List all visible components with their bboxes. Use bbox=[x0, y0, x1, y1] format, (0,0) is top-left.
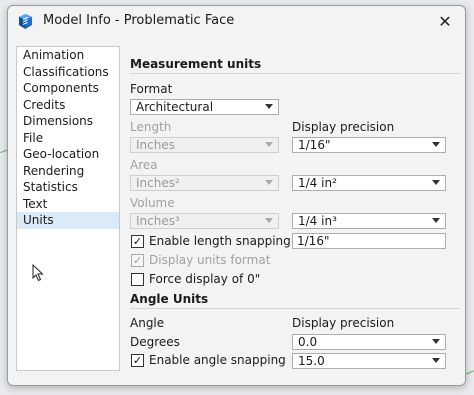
divider bbox=[130, 308, 460, 309]
length-snapping-input[interactable]: 1/16" bbox=[292, 233, 446, 249]
checkmark-icon: ✓ bbox=[132, 254, 143, 267]
area-label: Area bbox=[130, 158, 158, 172]
angle-precision-label: Display precision bbox=[292, 316, 395, 330]
measurement-units-heading: Measurement units bbox=[130, 57, 262, 71]
angle-precision-value: 0.0 bbox=[298, 335, 318, 349]
volume-dropdown[interactable]: Inches³ bbox=[130, 213, 279, 229]
volume-precision-dropdown[interactable]: 1/4 in³ bbox=[292, 213, 446, 229]
format-dropdown[interactable]: Architectural bbox=[130, 99, 279, 115]
chevron-down-icon bbox=[265, 142, 273, 147]
angle-snapping-value: 15.0 bbox=[298, 354, 325, 368]
length-precision-value: 1/16" bbox=[298, 138, 331, 152]
length-label: Length bbox=[130, 120, 172, 134]
length-value: Inches bbox=[136, 138, 175, 152]
checkmark-icon: ✓ bbox=[132, 354, 143, 367]
area-dropdown[interactable]: Inches² bbox=[130, 175, 279, 191]
units-panel: Measurement units Format Architectural L… bbox=[8, 6, 465, 385]
divider bbox=[130, 73, 460, 74]
enable-angle-snapping-checkbox[interactable]: ✓ bbox=[131, 354, 144, 367]
force-display-label: Force display of 0" bbox=[149, 272, 261, 286]
area-precision-dropdown[interactable]: 1/4 in² bbox=[292, 175, 446, 191]
format-label: Format bbox=[130, 82, 173, 96]
length-dropdown[interactable]: Inches bbox=[130, 137, 279, 153]
display-units-format-checkbox[interactable]: ✓ bbox=[131, 254, 144, 267]
degrees-label: Degrees bbox=[130, 335, 180, 349]
chevron-down-icon bbox=[432, 218, 440, 223]
chevron-down-icon bbox=[432, 180, 440, 185]
background-line bbox=[466, 370, 474, 375]
force-display-checkbox[interactable] bbox=[131, 273, 144, 286]
angle-label: Angle bbox=[130, 316, 165, 330]
chevron-down-icon bbox=[432, 358, 440, 363]
chevron-down-icon bbox=[265, 180, 273, 185]
chevron-down-icon bbox=[432, 142, 440, 147]
angle-precision-dropdown[interactable]: 0.0 bbox=[292, 334, 446, 350]
volume-label: Volume bbox=[130, 196, 175, 210]
length-snapping-value: 1/16" bbox=[297, 234, 330, 248]
angle-units-heading: Angle Units bbox=[130, 292, 209, 306]
area-value: Inches² bbox=[136, 176, 180, 190]
enable-length-snapping-checkbox[interactable]: ✓ bbox=[131, 235, 144, 248]
volume-precision-value: 1/4 in³ bbox=[298, 214, 337, 228]
area-precision-value: 1/4 in² bbox=[298, 176, 337, 190]
length-precision-dropdown[interactable]: 1/16" bbox=[292, 137, 446, 153]
model-info-dialog: Model Info - Problematic Face ✕ Animatio… bbox=[7, 5, 466, 386]
display-precision-label: Display precision bbox=[292, 120, 395, 134]
chevron-down-icon bbox=[432, 339, 440, 344]
chevron-down-icon bbox=[265, 218, 273, 223]
volume-value: Inches³ bbox=[136, 214, 180, 228]
display-units-format-label: Display units format bbox=[149, 253, 271, 267]
angle-snapping-dropdown[interactable]: 15.0 bbox=[292, 353, 446, 369]
format-value: Architectural bbox=[136, 100, 214, 114]
chevron-down-icon bbox=[265, 104, 273, 109]
checkmark-icon: ✓ bbox=[132, 235, 143, 248]
enable-angle-snapping-label: Enable angle snapping bbox=[149, 353, 286, 367]
enable-length-snapping-label: Enable length snapping bbox=[149, 234, 291, 248]
